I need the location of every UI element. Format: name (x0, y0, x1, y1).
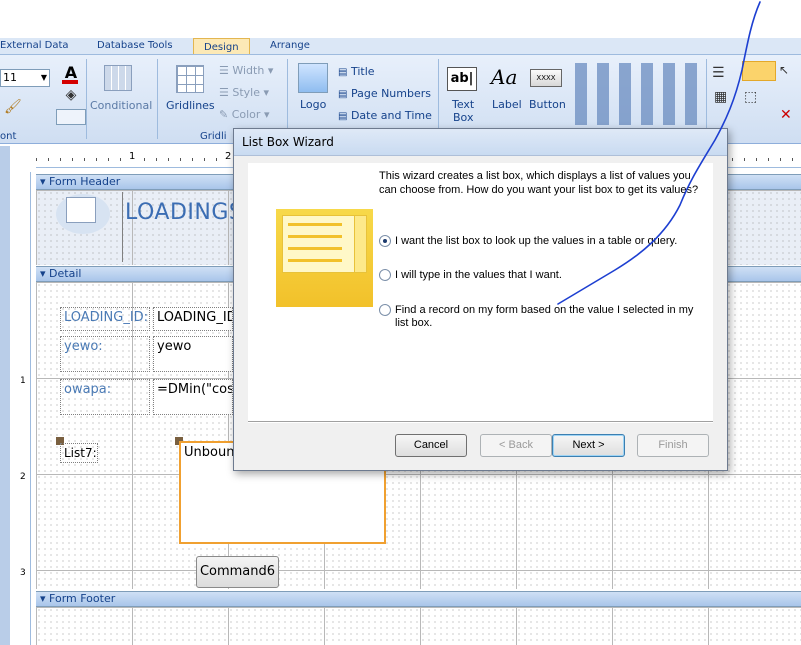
pen-stroke (557, 1, 761, 305)
pen-annotation (557, 1, 761, 305)
